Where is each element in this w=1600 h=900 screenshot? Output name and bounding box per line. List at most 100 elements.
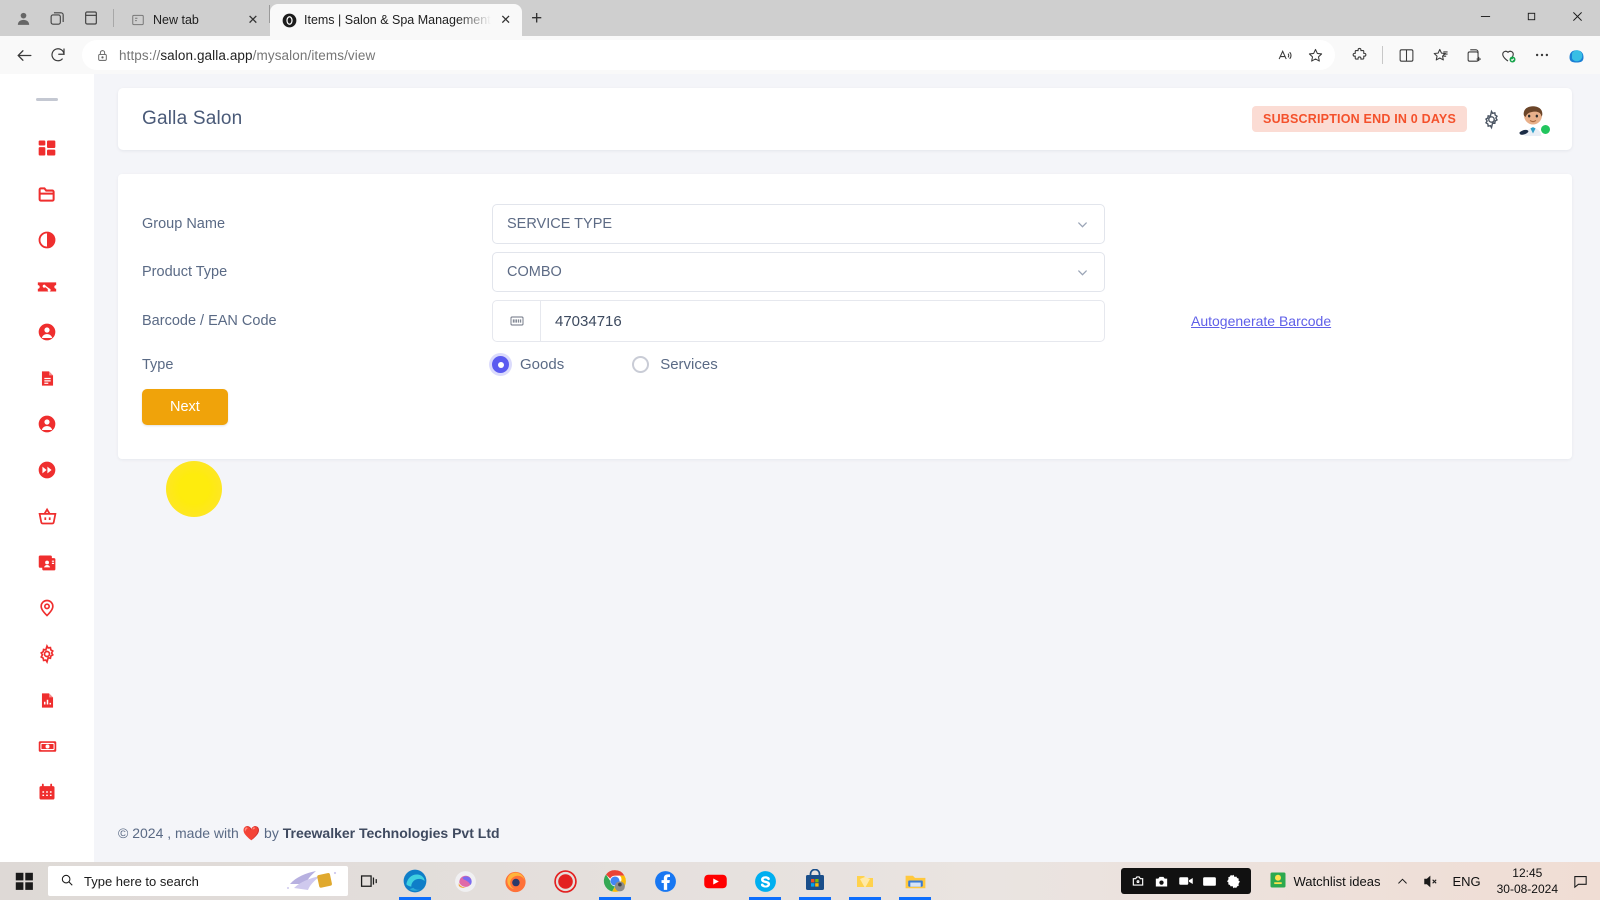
sidebar-item-payments[interactable] bbox=[24, 723, 70, 769]
radio-goods[interactable]: Goods bbox=[492, 356, 564, 373]
label-product-type: Product Type bbox=[142, 264, 228, 280]
task-view-icon[interactable] bbox=[348, 862, 390, 900]
sidebar-item-memberships[interactable] bbox=[24, 539, 70, 585]
page-content: Galla Salon SUBSCRIPTION END IN 0 DAYS G… bbox=[94, 74, 1600, 862]
workspaces-icon[interactable] bbox=[40, 1, 74, 35]
address-bar[interactable]: https://salon.galla.app/mysalon/items/vi… bbox=[82, 40, 1335, 70]
sidebar-item-offers[interactable] bbox=[24, 263, 70, 309]
sidebar-item-quick-actions[interactable] bbox=[24, 447, 70, 493]
taskbar-chrome-icon[interactable] bbox=[590, 862, 640, 900]
taskbar-copilot-icon[interactable] bbox=[440, 862, 490, 900]
windows-start-icon[interactable] bbox=[0, 862, 48, 900]
radio-services-label: Services bbox=[660, 356, 718, 373]
sidebar-item-invoices[interactable] bbox=[24, 355, 70, 401]
split-screen-icon[interactable] bbox=[1390, 39, 1422, 71]
product-type-select-wrap: COMBO bbox=[492, 252, 1105, 292]
sidebar-item-staff[interactable] bbox=[24, 401, 70, 447]
barcode-input[interactable]: 47034716 bbox=[541, 301, 1104, 341]
browser-essentials-icon[interactable] bbox=[1492, 39, 1524, 71]
taskbar-file-explorer-icon[interactable] bbox=[890, 862, 940, 900]
gear-icon[interactable] bbox=[1481, 109, 1502, 130]
back-arrow-icon[interactable] bbox=[8, 39, 40, 71]
refresh-icon[interactable] bbox=[42, 39, 74, 71]
taskbar-skype-icon[interactable] bbox=[740, 862, 790, 900]
heart-icon: ❤️ bbox=[242, 825, 261, 841]
window-controls bbox=[1462, 0, 1600, 32]
taskbar-facebook-icon[interactable] bbox=[640, 862, 690, 900]
sidebar-item-reports[interactable] bbox=[24, 677, 70, 723]
form-row-barcode: Barcode / EAN Code 47034716 Autogenerate… bbox=[118, 300, 1572, 342]
screen-recorder-toolbar[interactable] bbox=[1120, 868, 1251, 894]
form-row-type: Type Goods Services bbox=[118, 356, 1572, 373]
add-collection-icon[interactable] bbox=[1458, 39, 1490, 71]
close-icon[interactable]: ✕ bbox=[498, 12, 514, 28]
tray-watchlist-item[interactable]: Watchlist ideas bbox=[1261, 871, 1389, 892]
sidebar-item-catalog[interactable] bbox=[24, 171, 70, 217]
sidebar-item-orders[interactable] bbox=[24, 493, 70, 539]
chevron-down-icon bbox=[1075, 217, 1090, 232]
language-indicator[interactable]: ENG bbox=[1444, 874, 1488, 889]
taskbar-firefox-icon[interactable] bbox=[490, 862, 540, 900]
next-button[interactable]: Next bbox=[142, 389, 228, 425]
watchlist-icon bbox=[1269, 871, 1287, 892]
radio-services[interactable]: Services bbox=[632, 356, 718, 373]
collapse-handle[interactable] bbox=[36, 98, 58, 101]
maximize-button[interactable] bbox=[1508, 0, 1554, 32]
autogenerate-barcode-link[interactable]: Autogenerate Barcode bbox=[1191, 313, 1331, 329]
sidebar-item-settings[interactable] bbox=[24, 631, 70, 677]
taskbar-youtube-icon[interactable] bbox=[690, 862, 740, 900]
favorite-star-icon[interactable] bbox=[1301, 41, 1329, 69]
product-type-value: COMBO bbox=[507, 264, 562, 280]
search-icon bbox=[60, 873, 74, 890]
avatar[interactable] bbox=[1516, 102, 1551, 136]
sidebar-item-appointments[interactable] bbox=[24, 769, 70, 815]
new-tab-button[interactable]: + bbox=[522, 4, 552, 34]
header-actions: SUBSCRIPTION END IN 0 DAYS bbox=[1252, 102, 1551, 136]
copilot-icon[interactable] bbox=[1560, 39, 1592, 71]
search-input[interactable]: Type here to search bbox=[48, 866, 348, 896]
video-icon[interactable] bbox=[1175, 870, 1197, 892]
sidebar-item-customers[interactable] bbox=[24, 309, 70, 355]
profile-icon[interactable] bbox=[6, 1, 40, 35]
tab-new-tab[interactable]: New tab ✕ bbox=[119, 4, 269, 36]
read-aloud-icon[interactable] bbox=[1271, 41, 1299, 69]
minimize-button[interactable] bbox=[1462, 0, 1508, 32]
sidebar-item-dashboard[interactable] bbox=[24, 125, 70, 171]
screenshot-icon[interactable] bbox=[1127, 870, 1149, 892]
close-icon[interactable]: ✕ bbox=[245, 12, 261, 28]
label-type: Type bbox=[142, 356, 174, 373]
language-label: ENG bbox=[1452, 873, 1481, 889]
sidebar-item-appearance[interactable] bbox=[24, 217, 70, 263]
windows-taskbar: Type here to search Watchlist ideas ENG … bbox=[0, 862, 1600, 900]
settings-more-icon[interactable] bbox=[1526, 39, 1558, 71]
sidebar-item-branches[interactable] bbox=[24, 585, 70, 631]
tab-label: New tab bbox=[153, 13, 199, 27]
tray-watchlist-label: Watchlist ideas bbox=[1293, 873, 1381, 889]
clock[interactable]: 12:45 30-08-2024 bbox=[1489, 865, 1566, 897]
barcode-input-group[interactable]: 47034716 bbox=[492, 300, 1105, 342]
notification-icon[interactable] bbox=[1566, 862, 1594, 900]
group-name-select[interactable]: SERVICE TYPE bbox=[492, 204, 1105, 244]
site-favicon bbox=[281, 12, 297, 28]
status-badge[interactable]: SUBSCRIPTION END IN 0 DAYS bbox=[1252, 106, 1467, 132]
taskbar-folder-yellow-icon[interactable] bbox=[840, 862, 890, 900]
close-button[interactable] bbox=[1554, 0, 1600, 32]
tab-items-salon-spa[interactable]: Items | Salon & Spa Management ✕ bbox=[270, 4, 522, 36]
screen-icon[interactable] bbox=[1199, 870, 1221, 892]
volume-muted-icon[interactable] bbox=[1416, 862, 1444, 900]
taskbar-edge-icon[interactable] bbox=[390, 862, 440, 900]
camera-icon[interactable] bbox=[1151, 870, 1173, 892]
product-type-select[interactable]: COMBO bbox=[492, 252, 1105, 292]
url-text: https://salon.galla.app/mysalon/items/vi… bbox=[119, 47, 376, 63]
taskbar-microsoft-store-icon[interactable] bbox=[790, 862, 840, 900]
radio-goods-label: Goods bbox=[520, 356, 565, 373]
item-form-card: Group Name SERVICE TYPE Product Type COM… bbox=[118, 174, 1572, 459]
chevron-up-icon[interactable] bbox=[1388, 862, 1416, 900]
taskbar-record-icon[interactable] bbox=[540, 862, 590, 900]
toolbar-divider bbox=[1382, 46, 1383, 64]
tab-actions-icon[interactable] bbox=[74, 1, 108, 35]
extensions-icon[interactable] bbox=[1343, 39, 1375, 71]
form-row-product-type: Product Type COMBO bbox=[118, 252, 1572, 292]
gear-icon[interactable] bbox=[1223, 870, 1245, 892]
collections-icon[interactable] bbox=[1424, 39, 1456, 71]
